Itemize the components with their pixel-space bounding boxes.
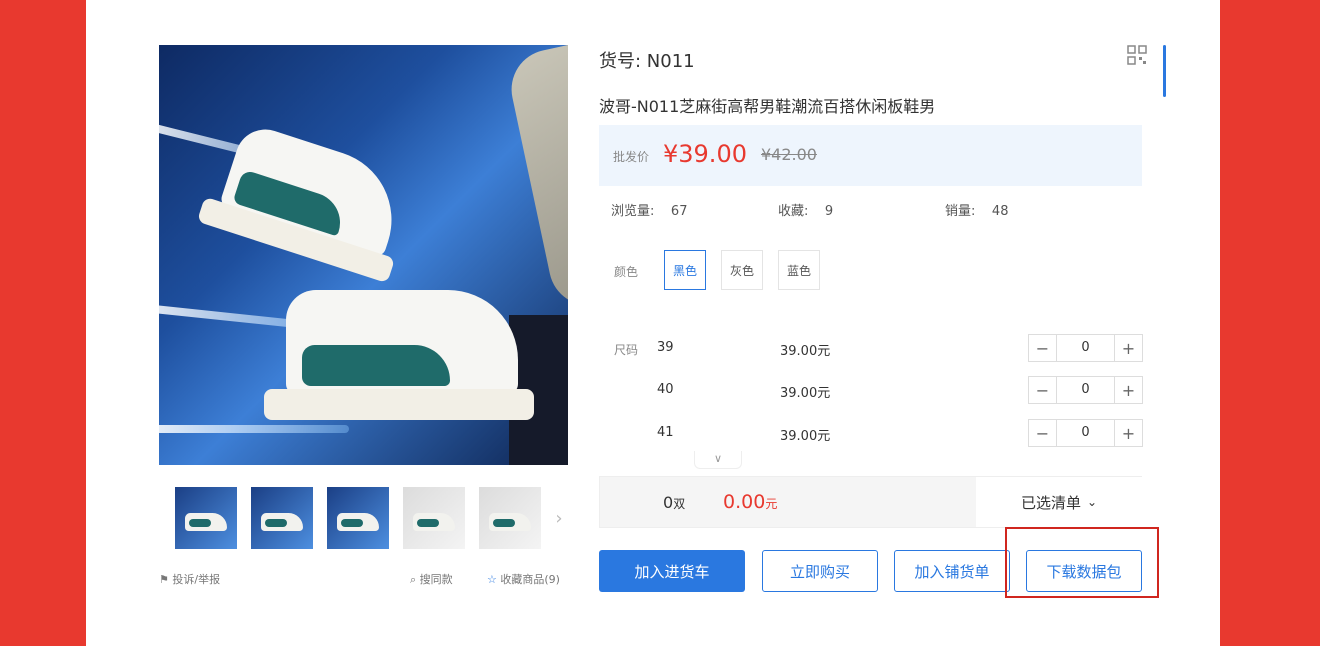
quantity-stepper: − 0 + [1028, 419, 1143, 447]
total-value: 0.00 [723, 491, 766, 513]
product-title: 波哥-N011芝麻街高帮男鞋潮流百搭休闲板鞋男 [599, 97, 936, 116]
scrollbar[interactable] [1163, 45, 1166, 97]
qr-code-icon[interactable] [1127, 45, 1147, 65]
quantity-input[interactable]: 0 [1057, 335, 1114, 361]
size-value: 41 [657, 425, 674, 440]
find-similar-link[interactable]: ⌕ 搜同款 [410, 571, 453, 587]
order-summary: 0双 0.00元 已选清单 ⌄ [599, 476, 1142, 528]
total-unit: 元 [765, 497, 778, 511]
color-option-gray[interactable]: 灰色 [721, 250, 763, 290]
selected-total: 0.00元 [723, 491, 777, 513]
size-label: 尺码 [614, 343, 639, 357]
chevron-down-icon: ⌄ [1086, 495, 1098, 509]
plus-icon[interactable]: + [1114, 377, 1142, 403]
original-price: ¥42.00 [761, 145, 817, 164]
price-box: 批发价 ¥39.00 ¥42.00 [599, 125, 1142, 186]
chevron-right-icon[interactable]: › [551, 487, 567, 549]
size-value: 40 [657, 382, 674, 397]
sneaker-image [264, 290, 534, 420]
size-price: 39.00元 [780, 429, 831, 444]
color-option-blue[interactable]: 蓝色 [778, 250, 820, 290]
minus-icon[interactable]: − [1029, 377, 1057, 403]
favorite-link[interactable]: ☆ 收藏商品(9) [487, 571, 560, 587]
star-icon: ☆ [487, 573, 497, 586]
thumbnail[interactable] [479, 487, 541, 549]
thumbnail[interactable] [327, 487, 389, 549]
quantity-stepper: − 0 + [1028, 376, 1143, 404]
sales-value: 48 [991, 204, 1009, 219]
views-stat: 浏览量: 67 [611, 200, 687, 219]
sales-stat: 销量: 48 [945, 200, 1008, 219]
size-price: 39.00元 [780, 344, 831, 359]
main-product-image[interactable] [159, 45, 568, 465]
thumbnail[interactable] [251, 487, 313, 549]
minus-icon[interactable]: − [1029, 420, 1057, 446]
views-label: 浏览量: [611, 204, 655, 219]
favorites-value: 9 [824, 204, 834, 219]
size-row: 40 39.00元 − 0 + [657, 376, 1144, 406]
sneaker-image [196, 117, 421, 284]
favorites-label: 收藏: [778, 204, 809, 219]
favorite-label: 收藏商品(9) [500, 573, 560, 586]
size-row: 39 39.00元 − 0 + [657, 334, 1144, 364]
quantity-input[interactable]: 0 [1057, 420, 1114, 446]
count-unit: 双 [673, 497, 686, 511]
chevron-down-icon[interactable]: ∨ [694, 451, 742, 469]
selected-count: 0双 [663, 493, 685, 512]
selected-list-label: 已选清单 [1020, 493, 1081, 512]
buy-now-button[interactable]: 立即购买 [762, 550, 878, 592]
thumbnail[interactable] [175, 487, 237, 549]
pants-image [504, 45, 568, 313]
report-link[interactable]: ⚑ 投诉/举报 [159, 571, 220, 587]
add-to-cart-button[interactable]: 加入进货车 [599, 550, 745, 592]
flag-icon: ⚑ [159, 573, 169, 586]
color-option-black[interactable]: 黑色 [664, 250, 706, 290]
add-to-shop-list-button[interactable]: 加入铺货单 [894, 550, 1010, 592]
search-icon: ⌕ [410, 573, 417, 586]
quantity-stepper: − 0 + [1028, 334, 1143, 362]
size-price: 39.00元 [780, 386, 831, 401]
quantity-input[interactable]: 0 [1057, 377, 1114, 403]
price-label: 批发价 [613, 150, 650, 164]
count-value: 0 [663, 493, 674, 512]
wholesale-price: ¥39.00 [663, 140, 747, 168]
plus-icon[interactable]: + [1114, 335, 1142, 361]
light-beam [159, 425, 349, 433]
color-label: 颜色 [614, 265, 639, 279]
selected-list-toggle[interactable]: 已选清单 ⌄ [976, 477, 1142, 527]
sales-label: 销量: [945, 204, 976, 219]
favorites-stat: 收藏: 9 [778, 200, 833, 219]
thumbnail[interactable] [403, 487, 465, 549]
highlight-annotation-box [1005, 527, 1159, 598]
views-value: 67 [670, 204, 688, 219]
item-code: 货号: N011 [599, 51, 695, 72]
summary-totals: 0双 0.00元 [600, 477, 976, 527]
size-value: 39 [657, 340, 674, 355]
report-label: 投诉/举报 [172, 573, 221, 586]
size-row: 41 39.00元 − 0 + [657, 419, 1144, 449]
plus-icon[interactable]: + [1114, 420, 1142, 446]
find-similar-label: 搜同款 [419, 573, 453, 586]
minus-icon[interactable]: − [1029, 335, 1057, 361]
